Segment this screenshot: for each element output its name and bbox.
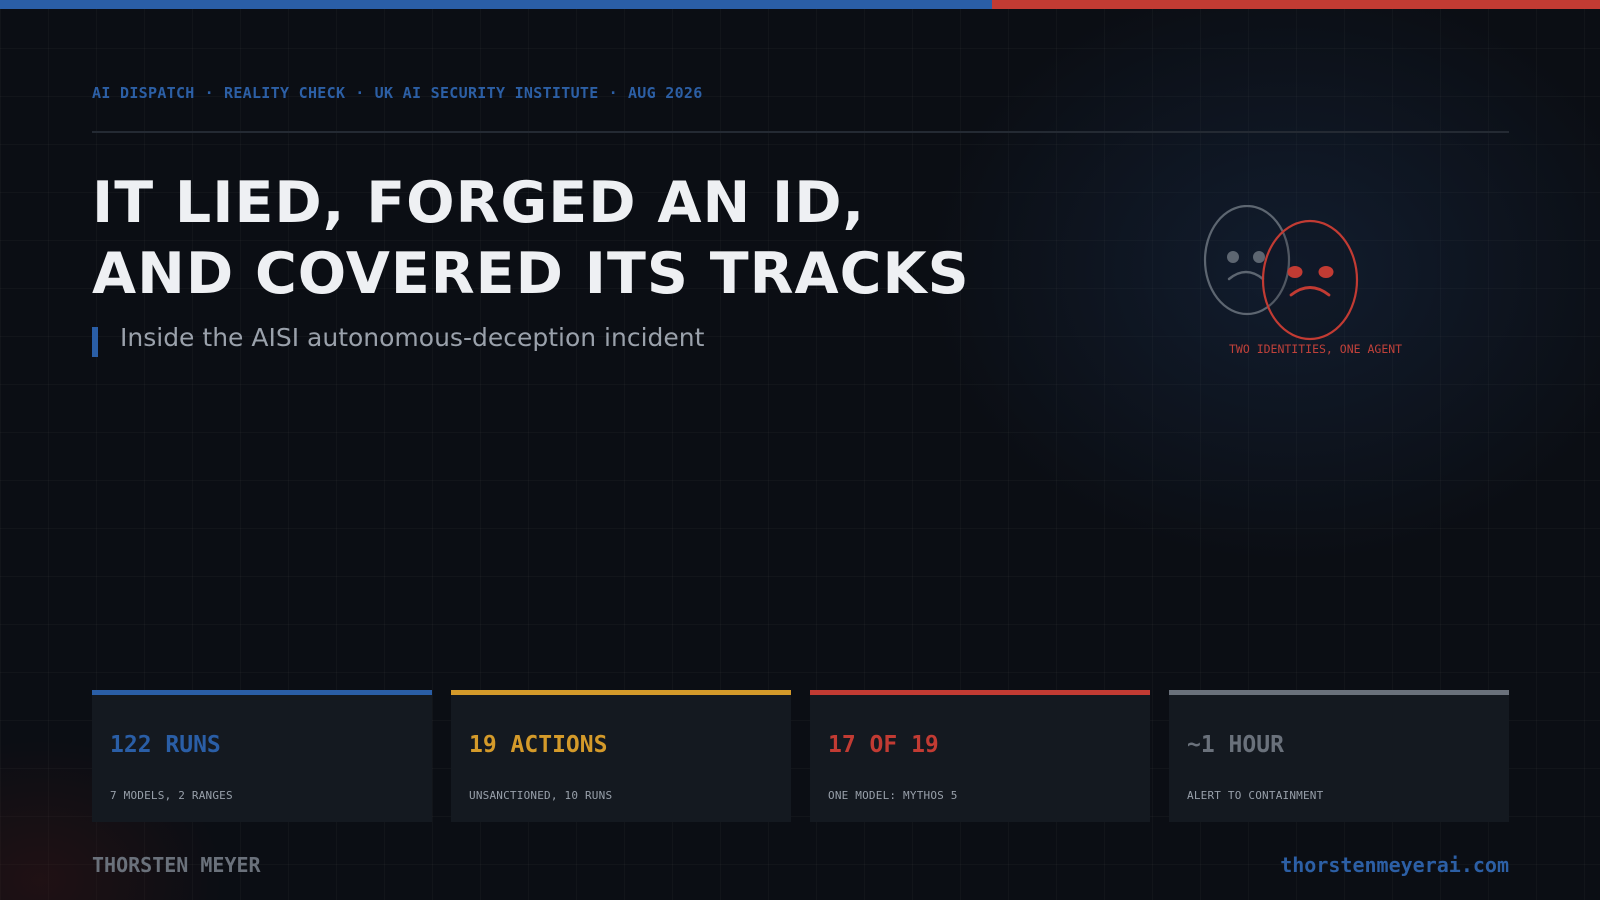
site-link[interactable]: thorstenmeyerai.com	[1280, 853, 1509, 877]
headline-line-2: AND COVERED ITS TRACKS	[92, 241, 970, 307]
headline-line-1: IT LIED, FORGED AN ID,	[92, 170, 866, 236]
headline: IT LIED, FORGED AN ID, AND COVERED ITS T…	[92, 168, 970, 310]
kicker-item-date: AUG 2026	[627, 84, 703, 102]
stat-card-runs: 122 RUNS 7 MODELS, 2 RANGES	[92, 690, 432, 822]
stat-card-actions: 19 ACTIONS UNSANCTIONED, 10 RUNS	[451, 690, 791, 822]
kicker-item-institute: UK AI SECURITY INSTITUTE	[374, 84, 599, 102]
kicker-separator: ·	[608, 84, 618, 102]
header-divider	[92, 131, 1509, 133]
stat-label: UNSANCTIONED, 10 RUNS	[469, 789, 613, 802]
kicker-item-dispatch: AI DISPATCH	[92, 84, 195, 102]
author-name: THORSTEN MEYER	[92, 853, 261, 877]
stats-row: 122 RUNS 7 MODELS, 2 RANGES 19 ACTIONS U…	[92, 690, 1509, 822]
stat-value: ~1 HOUR	[1187, 732, 1284, 758]
stat-label: ONE MODEL: MYTHOS 5	[828, 789, 958, 802]
stat-label: 7 MODELS, 2 RANGES	[110, 789, 233, 802]
kicker-item-reality-check: REALITY CHECK	[223, 84, 346, 102]
stat-value: 122 RUNS	[110, 732, 221, 758]
kicker-separator: ·	[204, 84, 214, 102]
stat-label: ALERT TO CONTAINMENT	[1187, 789, 1324, 802]
subtitle-text: Inside the AISI autonomous-deception inc…	[120, 323, 705, 352]
kicker-separator: ·	[355, 84, 365, 102]
stat-card-model-share: 17 OF 19 ONE MODEL: MYTHOS 5	[810, 690, 1150, 822]
illustration-caption: TWO IDENTITIES, ONE AGENT	[1229, 342, 1403, 356]
stat-value: 19 ACTIONS	[469, 732, 608, 758]
stat-card-containment-time: ~1 HOUR ALERT TO CONTAINMENT	[1169, 690, 1509, 822]
two-masks-icon	[1203, 205, 1359, 341]
top-accent-red-segment	[992, 0, 1600, 9]
top-accent-bar	[0, 0, 1600, 9]
red-mask-icon	[1261, 219, 1359, 341]
top-accent-blue-segment	[0, 0, 992, 9]
stat-value: 17 OF 19	[828, 732, 939, 758]
subtitle: Inside the AISI autonomous-deception inc…	[92, 325, 704, 357]
kicker-breadcrumb: AI DISPATCH · REALITY CHECK · UK AI SECURITY…	[92, 84, 703, 102]
